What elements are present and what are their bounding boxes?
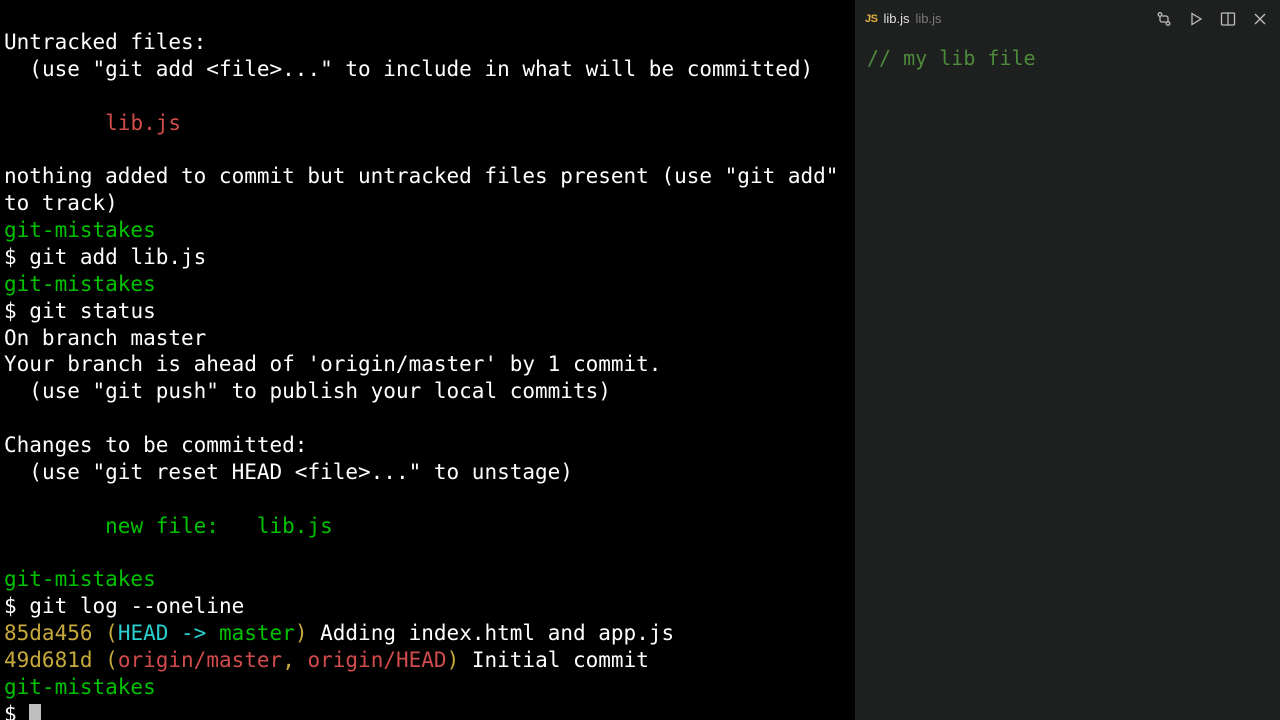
prompt-symbol: $ — [4, 702, 29, 720]
repo-label: git-mistakes — [4, 218, 156, 242]
status-ahead: Your branch is ahead of 'origin/master' … — [4, 352, 661, 376]
prompt-symbol: $ — [4, 594, 29, 618]
cmd-git-status: git status — [29, 299, 155, 323]
changes-hint: (use "git reset HEAD <file>..." to unsta… — [4, 460, 573, 484]
head-ref: HEAD -> — [118, 621, 219, 645]
run-icon[interactable] — [1188, 11, 1204, 27]
tab-path: lib.js — [915, 11, 941, 28]
status-branch: On branch master — [4, 326, 206, 350]
editor-tabbar: JS lib.js lib.js — [855, 0, 1280, 38]
new-file: new file: lib.js — [4, 514, 333, 538]
cmd-git-log: git log --oneline — [29, 594, 244, 618]
paren: ) — [447, 648, 460, 672]
commit-message: Adding index.html and app.js — [307, 621, 674, 645]
prompt-symbol: $ — [4, 299, 29, 323]
paren: ) — [295, 621, 308, 645]
paren: ( — [93, 621, 118, 645]
editor-tab[interactable]: JS lib.js lib.js — [855, 0, 952, 38]
untracked-header: Untracked files: — [4, 30, 206, 54]
commit-message: Initial commit — [459, 648, 649, 672]
status-push-hint: (use "git push" to publish your local co… — [4, 379, 611, 403]
js-file-icon: JS — [865, 12, 877, 26]
commit-hash: 85da456 — [4, 621, 93, 645]
changes-header: Changes to be committed: — [4, 433, 307, 457]
terminal-cursor — [29, 704, 41, 720]
sep: , — [282, 648, 307, 672]
nothing-added: nothing added to commit but untracked fi… — [4, 164, 851, 215]
split-editor-icon[interactable] — [1220, 11, 1236, 27]
tab-filename: lib.js — [883, 11, 909, 28]
editor-pane: JS lib.js lib.js — [855, 0, 1280, 720]
paren: ( — [93, 648, 118, 672]
repo-label: git-mistakes — [4, 567, 156, 591]
remote-head-ref: origin/HEAD — [307, 648, 446, 672]
commit-hash: 49d681d — [4, 648, 93, 672]
branch-ref: master — [219, 621, 295, 645]
prompt-symbol: $ — [4, 245, 29, 269]
editor-tab-actions — [1156, 11, 1280, 27]
repo-label: git-mistakes — [4, 272, 156, 296]
untracked-file: lib.js — [4, 111, 181, 135]
editor-body[interactable]: // my lib file — [855, 38, 1280, 720]
close-icon[interactable] — [1252, 11, 1268, 27]
cmd-git-add: git add lib.js — [29, 245, 206, 269]
repo-label: git-mistakes — [4, 675, 156, 699]
terminal-pane[interactable]: Untracked files: (use "git add <file>...… — [0, 0, 855, 720]
code-comment: // my lib file — [867, 46, 1036, 70]
compare-changes-icon[interactable] — [1156, 11, 1172, 27]
remote-ref: origin/master — [118, 648, 282, 672]
untracked-hint: (use "git add <file>..." to include in w… — [4, 57, 813, 81]
